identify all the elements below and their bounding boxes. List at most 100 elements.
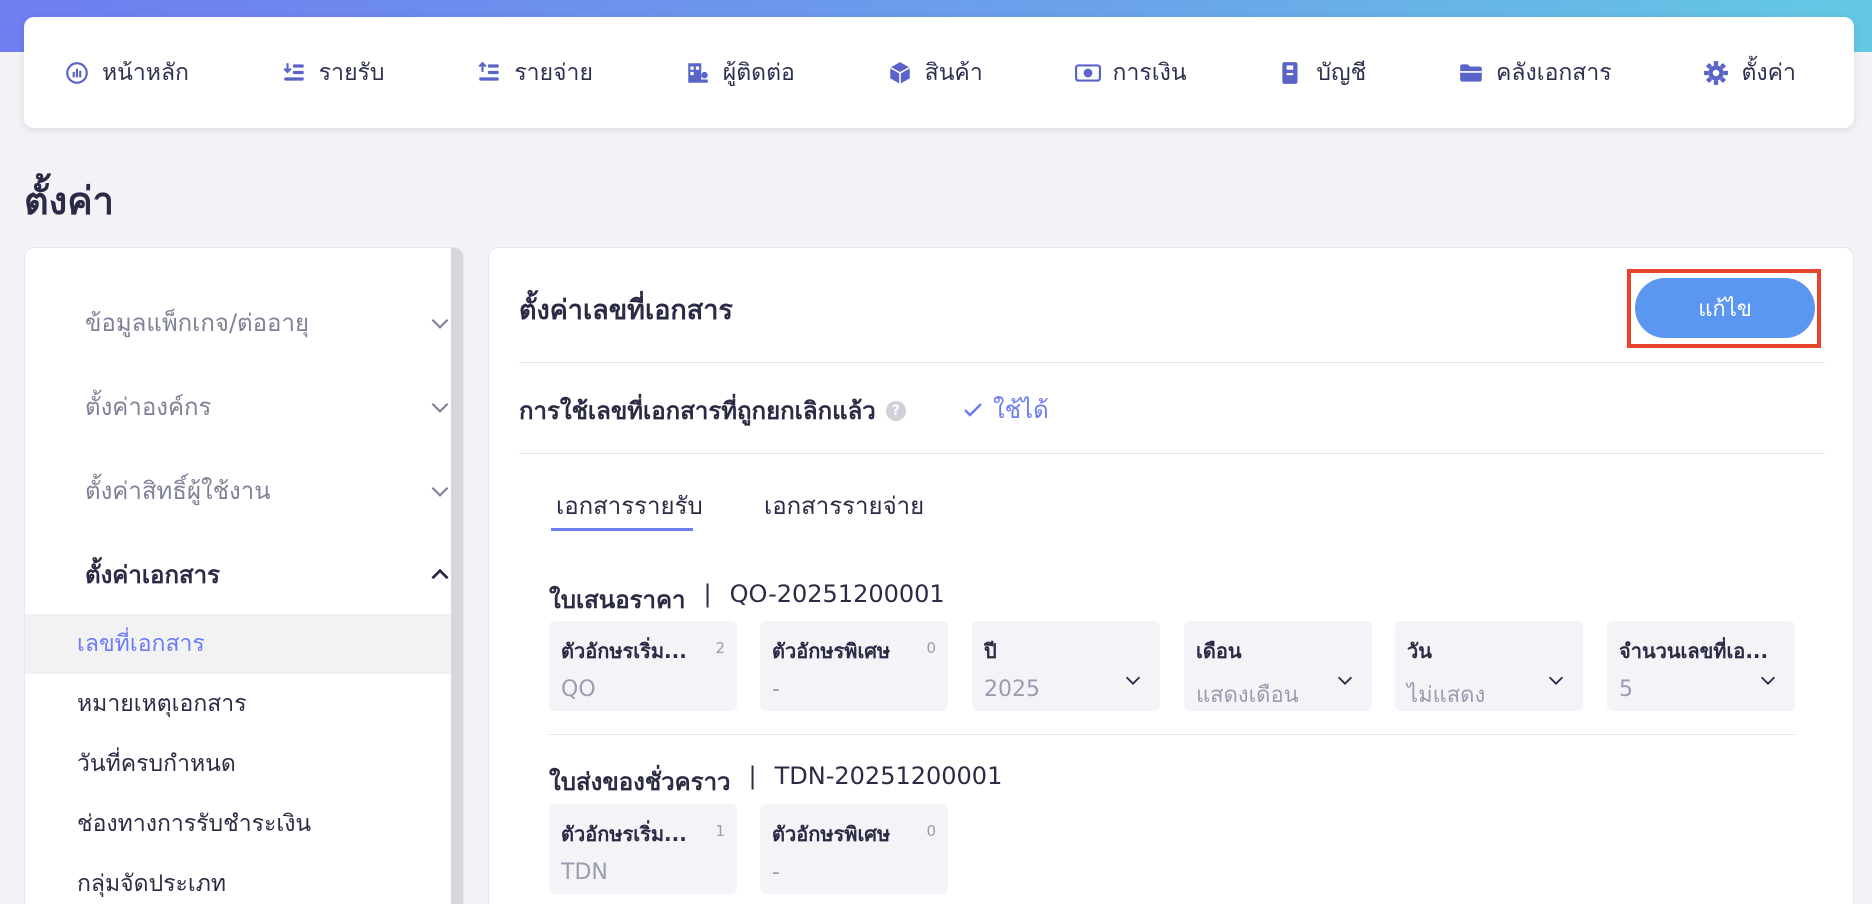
tab-expense-docs[interactable]: เอกสารรายจ่าย xyxy=(764,486,924,525)
field-value: TDN xyxy=(561,860,608,885)
field-label: จำนวนเลขที่เอ... xyxy=(1619,639,1769,663)
nav-item-home[interactable]: หน้าหลัก xyxy=(64,55,189,91)
edit-button[interactable]: แก้ไข xyxy=(1635,278,1815,338)
sidebar-group-organization[interactable]: ตั้งค่าองค์กร xyxy=(85,387,453,426)
check-icon xyxy=(964,402,982,417)
nav-label: ผู้ติดต่อ xyxy=(722,59,795,86)
field-label: ตัวอักษรพิเศษ xyxy=(772,639,891,663)
divider xyxy=(519,362,1825,363)
chevron-down-icon xyxy=(431,318,449,329)
sidebar-group-label: ตั้งค่าองค์กร xyxy=(85,393,212,421)
document-number-panel: ตั้งค่าเลขที่เอกสาร แก้ไข การใช้เลขที่เอ… xyxy=(488,247,1854,904)
field-label: วัน xyxy=(1407,639,1432,663)
digit-count-select[interactable]: จำนวนเลขที่เอ... 5 xyxy=(1607,621,1795,711)
cancelled-number-status: ใช้ได้ xyxy=(961,390,1049,429)
main-nav: หน้าหลัก รายรับ รายจ่าย ผู้ติดต่อ สินค้า… xyxy=(24,17,1854,128)
field-label: เดือน xyxy=(1196,639,1242,663)
year-select[interactable]: ปี 2025 xyxy=(972,621,1160,711)
char-count: 2 xyxy=(715,639,725,657)
chevron-down-icon xyxy=(1760,676,1776,685)
char-count: 0 xyxy=(926,822,936,840)
income-icon xyxy=(283,62,304,81)
tab-income-docs[interactable]: เอกสารรายรับ xyxy=(556,486,703,525)
chevron-down-icon xyxy=(1548,676,1564,685)
nav-item-contacts[interactable]: ผู้ติดต่อ xyxy=(685,55,795,91)
doc-name: ใบส่งของชั่วคราว xyxy=(549,768,731,796)
help-icon[interactable]: ? xyxy=(885,400,906,421)
sidebar-group-package[interactable]: ข้อมูลแพ็กเกจ/ต่ออายุ xyxy=(85,303,453,342)
sidebar-group-label: ตั้งค่าเอกสาร xyxy=(85,561,220,589)
char-count: 0 xyxy=(926,639,936,657)
field-label: ตัวอักษรเริ่ม... xyxy=(561,639,687,663)
box-icon xyxy=(889,61,910,84)
nav-item-accounting[interactable]: บัญชี xyxy=(1278,55,1366,91)
chevron-down-icon xyxy=(431,402,449,413)
cancelled-number-label: การใช้เลขที่เอกสารที่ถูกยกเลิกแล้ว ? xyxy=(519,391,906,430)
nav-label: สินค้า xyxy=(924,59,983,86)
nav-item-products[interactable]: สินค้า xyxy=(887,55,983,91)
doc-heading-quotation: ใบเสนอราคา | QO-20251200001 xyxy=(549,580,945,619)
nav-label: รายรับ xyxy=(318,59,385,86)
char-count: 1 xyxy=(715,822,725,840)
nav-item-income[interactable]: รายรับ xyxy=(281,55,385,91)
day-select[interactable]: วัน ไม่แสดง xyxy=(1395,621,1583,711)
prefix-field[interactable]: ตัวอักษรเริ่ม... 2 QO xyxy=(549,621,737,711)
cancelled-number-text: การใช้เลขที่เอกสารที่ถูกยกเลิกแล้ว xyxy=(519,397,876,425)
doc-example: TDN-20251200001 xyxy=(774,762,1003,790)
chevron-down-icon xyxy=(1125,676,1141,685)
special-char-field[interactable]: ตัวอักษรพิเศษ 0 - xyxy=(760,621,948,711)
nav-item-settings[interactable]: ตั้งค่า xyxy=(1703,55,1796,91)
sidebar-item-label: ช่องทางการรับชำระเงิน xyxy=(77,811,312,837)
field-label: ตัวอักษรพิเศษ xyxy=(772,822,891,846)
sidebar-group-label: ข้อมูลแพ็กเกจ/ต่ออายุ xyxy=(85,309,310,337)
special-char-field[interactable]: ตัวอักษรพิเศษ 0 - xyxy=(760,804,948,894)
field-label: ปี xyxy=(984,639,997,663)
doc-heading-temp-delivery: ใบส่งของชั่วคราว | TDN-20251200001 xyxy=(549,762,1002,801)
money-icon xyxy=(1074,63,1101,82)
nav-item-documents[interactable]: คลังเอกสาร xyxy=(1458,55,1612,91)
sidebar-item-categories[interactable]: กลุ่มจัดประเภท xyxy=(25,854,453,904)
field-value: - xyxy=(772,677,780,702)
divider xyxy=(549,734,1795,735)
sidebar-group-permissions[interactable]: ตั้งค่าสิทธิ์ผู้ใช้งาน xyxy=(85,471,453,510)
chevron-up-icon xyxy=(431,568,449,579)
sidebar-item-label: หมายเหตุเอกสาร xyxy=(77,691,247,717)
field-value: QO xyxy=(561,677,596,702)
sidebar-item-document-notes[interactable]: หมายเหตุเอกสาร xyxy=(25,674,453,734)
status-value: ใช้ได้ xyxy=(993,396,1049,424)
field-value: - xyxy=(772,860,780,885)
sidebar-item-label: เลขที่เอกสาร xyxy=(77,631,205,657)
sidebar-item-label: กลุ่มจัดประเภท xyxy=(77,871,227,897)
chevron-down-icon xyxy=(1337,676,1353,685)
nav-item-expense[interactable]: รายจ่าย xyxy=(476,55,593,91)
nav-item-finance[interactable]: การเงิน xyxy=(1074,55,1187,91)
nav-label: การเงิน xyxy=(1112,59,1187,86)
sidebar-item-payment-channels[interactable]: ช่องทางการรับชำระเงิน xyxy=(25,794,453,854)
folder-icon xyxy=(1460,63,1482,82)
expense-icon xyxy=(478,61,500,81)
active-tab-indicator xyxy=(551,528,693,531)
nav-label: บัญชี xyxy=(1316,59,1367,86)
nav-label: ตั้งค่า xyxy=(1741,59,1796,86)
prefix-field[interactable]: ตัวอักษรเริ่ม... 1 TDN xyxy=(549,804,737,894)
sidebar-item-due-date[interactable]: วันที่ครบกำหนด xyxy=(25,734,453,794)
nav-label: หน้าหลัก xyxy=(102,59,189,86)
sidebar-group-label: ตั้งค่าสิทธิ์ผู้ใช้งาน xyxy=(85,477,271,505)
doc-separator: | xyxy=(703,580,712,608)
doc-separator: | xyxy=(748,762,757,790)
sidebar-group-documents[interactable]: ตั้งค่าเอกสาร xyxy=(85,555,453,594)
sidebar-scrollbar[interactable] xyxy=(451,248,463,904)
divider xyxy=(519,453,1825,454)
page-title: ตั้งค่า xyxy=(24,179,114,223)
nav-label: คลังเอกสาร xyxy=(1496,59,1612,86)
gear-icon xyxy=(1704,60,1729,85)
chevron-down-icon xyxy=(431,486,449,497)
sidebar-item-label: วันที่ครบกำหนด xyxy=(77,751,236,777)
month-select[interactable]: เดือน แสดงเดือน xyxy=(1184,621,1372,711)
ledger-icon xyxy=(1282,61,1298,84)
field-label: ตัวอักษรเริ่ม... xyxy=(561,822,687,846)
doc-name: ใบเสนอราคา xyxy=(549,586,686,614)
sidebar-item-document-number[interactable]: เลขที่เอกสาร xyxy=(25,614,453,674)
dashboard-icon xyxy=(66,61,88,84)
nav-label: รายจ่าย xyxy=(514,59,593,86)
